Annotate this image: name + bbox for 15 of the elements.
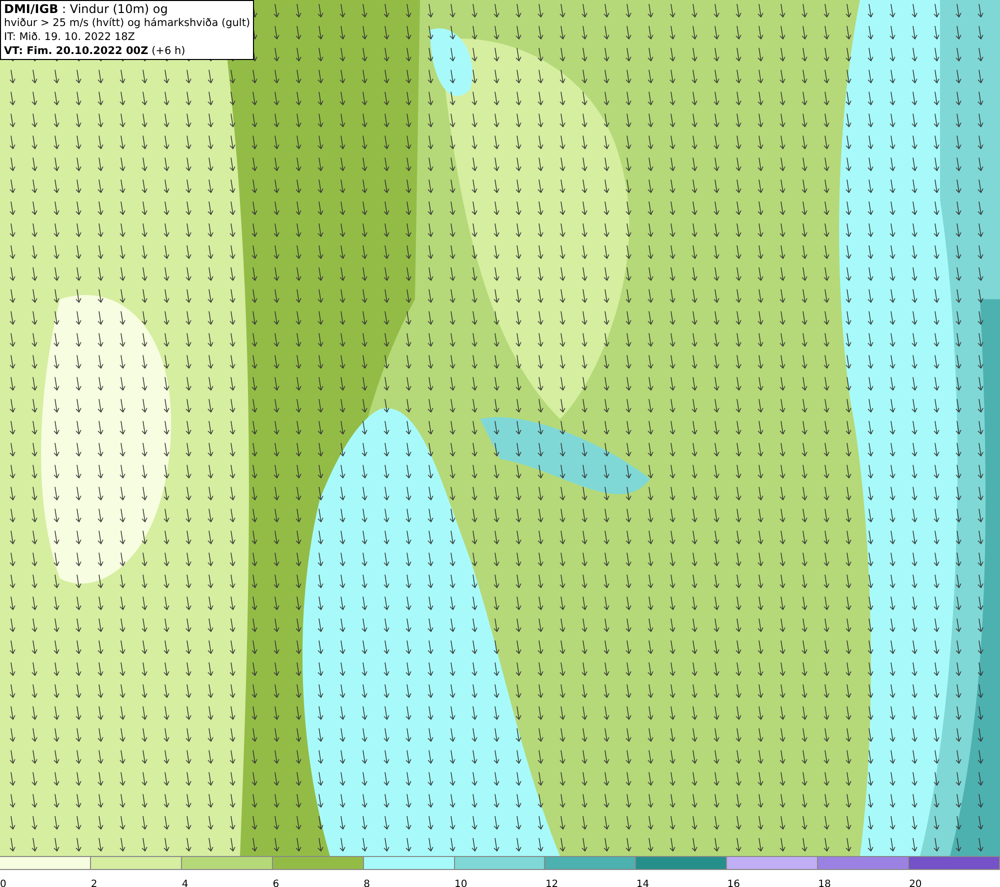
legend-label: 0 <box>0 879 6 887</box>
info-text: VT: Fim. 20.10.2022 00Z (+6 h) <box>4 44 186 58</box>
legend-label: 20 <box>909 879 922 887</box>
legend-label: 8 <box>364 879 370 887</box>
legend-label: 14 <box>636 879 650 887</box>
legend-label: 16 <box>727 879 740 887</box>
legend-label: 6 <box>272 879 280 887</box>
legend-label: 12 <box>545 879 558 887</box>
legend-label: 10 <box>454 879 468 887</box>
legend-label: 2 <box>90 879 98 887</box>
info-text: hviður > 25 m/s (hvítt) og hámarkshviða (gult) <box>4 16 250 30</box>
info-text: DMI/IGB : Vindur (10m) og <box>4 2 169 16</box>
legend-label: 4 <box>182 879 188 887</box>
info-text: IT: Mið. 19. 10. 2022 18Z <box>4 30 136 44</box>
legend-label: 18 <box>818 879 831 887</box>
